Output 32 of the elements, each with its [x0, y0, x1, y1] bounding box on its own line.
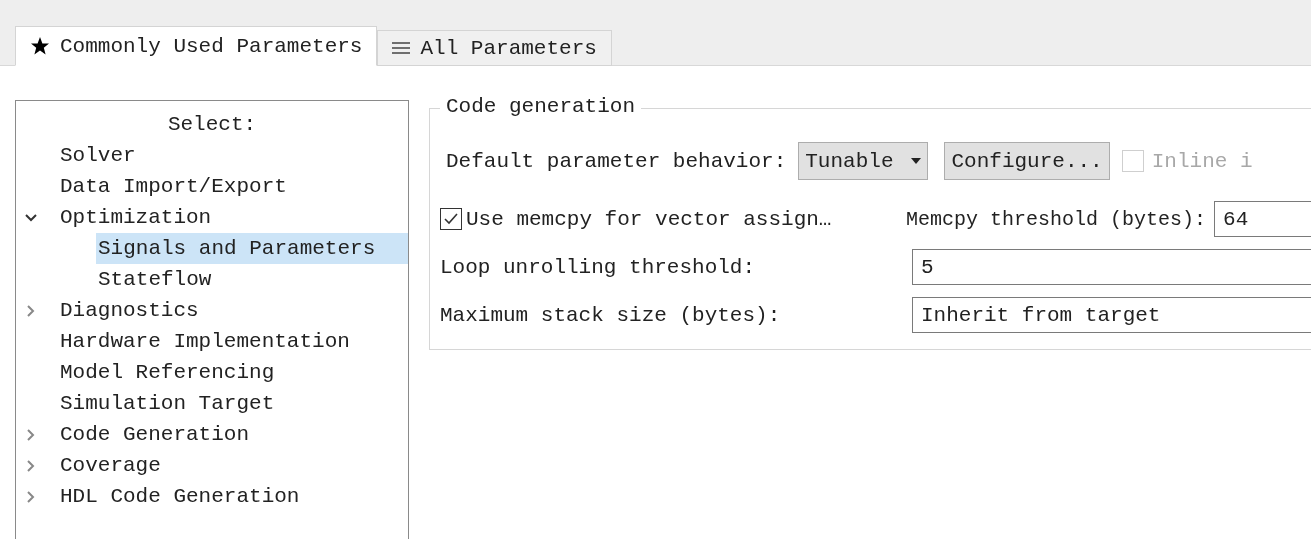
- tree-item[interactable]: Diagnostics: [58, 295, 201, 326]
- tree-item[interactable]: Code Generation: [58, 419, 252, 450]
- field-label: Memcpy threshold (bytes):: [906, 207, 1207, 231]
- field-label: Default parameter behavior:: [446, 149, 787, 173]
- tree-heading: Select:: [166, 112, 258, 138]
- star-icon: [30, 36, 50, 56]
- tree-item[interactable]: Optimization: [58, 202, 214, 233]
- tree-item[interactable]: Coverage: [58, 450, 163, 481]
- tree-item[interactable]: Signals and Parameters: [96, 233, 408, 264]
- group-title: Code generation: [440, 95, 642, 118]
- checkbox[interactable]: [440, 208, 462, 230]
- tree-item[interactable]: Hardware Implementation: [58, 326, 352, 357]
- tree-item[interactable]: Solver: [58, 140, 138, 171]
- tree-item[interactable]: Simulation Target: [58, 388, 277, 419]
- checkbox-label: Use memcpy for vector assign…: [466, 207, 833, 231]
- input-field[interactable]: Inherit from target: [912, 297, 1311, 333]
- tab[interactable]: Commonly Used Parameters: [15, 26, 378, 66]
- input-field[interactable]: 5: [912, 249, 1311, 285]
- checkmark-icon: [443, 211, 459, 227]
- tree-item[interactable]: Stateflow: [96, 264, 214, 295]
- checkbox-label: Inline i: [1151, 149, 1253, 173]
- field-label: Loop unrolling threshold:: [440, 255, 757, 279]
- tab[interactable]: All Parameters: [377, 30, 612, 66]
- tree-item[interactable]: Data Import/Export: [58, 171, 289, 202]
- tree-item[interactable]: Model Referencing: [58, 357, 277, 388]
- field-label: Maximum stack size (bytes):: [440, 303, 782, 327]
- list-icon: [392, 42, 411, 54]
- configure-button[interactable]: Configure...: [944, 142, 1110, 180]
- tree-item[interactable]: HDL Code Generation: [58, 481, 302, 512]
- dropdown-arrow-icon: [911, 158, 922, 164]
- input-field[interactable]: 64: [1214, 201, 1311, 237]
- behavior-dropdown[interactable]: Tunable: [798, 142, 929, 180]
